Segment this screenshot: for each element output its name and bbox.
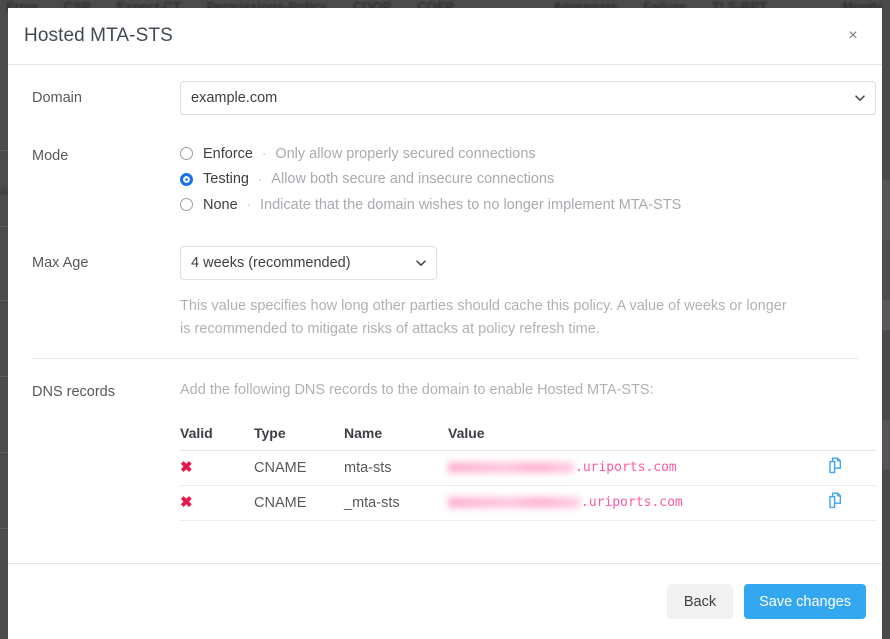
mode-label: Mode: [32, 148, 69, 164]
backdrop-right-strip: [882, 0, 890, 639]
dns-records-label: DNS records: [32, 383, 115, 400]
chevron-down-icon: [855, 95, 865, 104]
back-button[interactable]: Back: [666, 584, 734, 619]
chevron-down-icon: [416, 259, 426, 269]
cell-value: .uriports.com: [448, 450, 828, 486]
radio-icon-enforce[interactable]: [180, 147, 193, 161]
copy-icon[interactable]: [828, 457, 843, 474]
cell-value: .uriports.com: [448, 485, 828, 521]
dialog-body: Domain example.com Mode Enforce · Only a…: [8, 81, 882, 578]
cell-copy: [828, 485, 876, 521]
copy-icon[interactable]: [828, 492, 843, 509]
mode-option-enforce-description: Only allow properly secured connections: [275, 145, 536, 162]
column-header-type: Type: [254, 424, 344, 451]
mode-option-none[interactable]: None · Indicate that the domain wishes t…: [180, 192, 866, 218]
invalid-icon: ✖: [180, 458, 193, 476]
mode-option-testing-label: Testing: [203, 171, 249, 188]
mode-radio-group: Enforce · Only allow properly secured co…: [180, 139, 866, 218]
section-divider: [32, 357, 858, 359]
redacted-value: [448, 497, 580, 508]
dns-value-suffix: .uriports.com: [575, 460, 677, 475]
max-age-help-text: This value specifies how long other part…: [180, 297, 787, 337]
dns-records-row: DNS records Add the following DNS record…: [24, 375, 876, 521]
domain-row: Domain example.com: [24, 81, 876, 115]
cell-valid: ✖: [180, 450, 254, 486]
radio-icon-testing[interactable]: [180, 172, 193, 186]
table-row: ✖ CNAME _mta-sts .uriports.com: [180, 485, 876, 521]
cell-type: CNAME: [254, 450, 344, 486]
column-header-copy: [828, 424, 876, 451]
cell-type: CNAME: [254, 485, 344, 521]
cell-copy: [828, 450, 876, 486]
dns-records-table: Valid Type Name Value ✖ CNAME mta-sts .u…: [180, 424, 876, 521]
redacted-value: [448, 462, 574, 473]
mode-option-enforce[interactable]: Enforce · Only allow properly secured co…: [180, 141, 866, 167]
mode-option-enforce-label: Enforce: [203, 145, 253, 162]
mode-option-none-label: None: [203, 196, 238, 213]
mode-option-testing-description: Allow both secure and insecure connectio…: [271, 171, 555, 188]
dns-value-suffix: .uriports.com: [581, 495, 683, 510]
column-header-name: Name: [344, 424, 448, 451]
dialog-header: Hosted MTA-STS ×: [8, 8, 882, 65]
separator-dot: ·: [257, 171, 263, 187]
cell-name: _mta-sts: [344, 485, 448, 521]
domain-select-value: example.com: [191, 90, 278, 106]
max-age-select[interactable]: 4 weeks (recommended): [180, 245, 437, 280]
page-title: Hosted MTA-STS: [24, 25, 173, 46]
table-row: ✖ CNAME mta-sts .uriports.com: [180, 450, 876, 486]
max-age-select-value: 4 weeks (recommended): [191, 254, 351, 271]
separator-dot: ·: [261, 146, 267, 162]
cell-valid: ✖: [180, 485, 254, 521]
max-age-label: Max Age: [32, 254, 89, 271]
separator-dot: ·: [246, 197, 252, 213]
column-header-value: Value: [448, 424, 828, 451]
cell-name: mta-sts: [344, 450, 448, 486]
mode-option-testing[interactable]: Testing · Allow both secure and insecure…: [180, 167, 866, 193]
mode-row: Mode Enforce · Only allow properly secur…: [24, 139, 866, 218]
save-changes-button[interactable]: Save changes: [744, 584, 866, 619]
close-icon[interactable]: ×: [840, 23, 866, 49]
radio-icon-none[interactable]: [180, 198, 193, 212]
dns-records-intro: Add the following DNS records to the dom…: [180, 381, 654, 398]
max-age-row: Max Age 4 weeks (recommended) This value…: [24, 245, 866, 341]
mode-option-none-description: Indicate that the domain wishes to no lo…: [260, 196, 682, 213]
dialog-footer: Back Save changes: [8, 563, 882, 639]
hosted-mta-sts-dialog: Hosted MTA-STS × Domain example.com Mode: [8, 8, 882, 639]
domain-label: Domain: [32, 90, 82, 106]
column-header-valid: Valid: [180, 424, 254, 451]
table-header-row: Valid Type Name Value: [180, 424, 876, 451]
invalid-icon: ✖: [180, 493, 193, 511]
domain-select[interactable]: example.com: [180, 81, 876, 115]
